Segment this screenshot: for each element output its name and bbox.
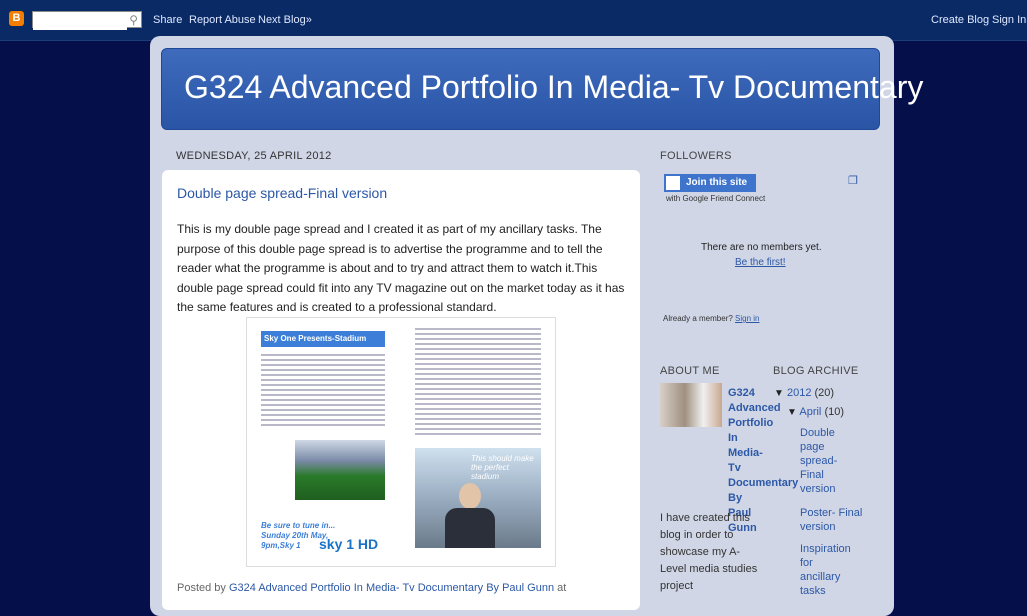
post-body: This is my double page spread and I crea…	[177, 222, 625, 314]
copy-icon[interactable]: ❐	[848, 174, 858, 187]
search-box[interactable]: ⚲	[32, 11, 142, 30]
blog-archive-title: BLOG ARCHIVE	[773, 365, 859, 377]
spread-quote: This should make the perfect stadium	[471, 454, 534, 481]
create-blog-link[interactable]: Create Blog	[931, 14, 989, 26]
person-body	[445, 508, 495, 548]
archive-year-count: (20)	[814, 387, 835, 399]
expand-triangle-icon[interactable]: ▼	[787, 407, 797, 418]
archive-month-label[interactable]: April	[799, 406, 821, 418]
sidebar-sign-in-link[interactable]: Sign in	[735, 314, 759, 323]
archive-month-april[interactable]: ▼ April (10)	[787, 405, 844, 420]
search-input[interactable]	[33, 14, 127, 30]
sky-logo: sky 1 HD	[319, 536, 379, 552]
stadium-photo	[295, 440, 385, 500]
expand-triangle-icon[interactable]: ▼	[774, 388, 784, 399]
posted-by-label: Posted by	[177, 582, 226, 594]
archive-year-2012[interactable]: ▼ 2012 (20)	[774, 386, 834, 401]
archive-month-count: (10)	[824, 406, 844, 418]
blog-title[interactable]: G324 Advanced Portfolio In Media- Tv Doc…	[184, 69, 923, 106]
archive-post-link[interactable]: Double page spread-Final version	[800, 426, 850, 496]
profile-name-first: G324	[728, 387, 755, 399]
double-page-spread-image[interactable]: Sky One Presents-Stadium Watch This shou…	[246, 317, 556, 567]
person-head	[459, 483, 481, 509]
join-site-button[interactable]: Join this site	[664, 174, 756, 192]
blogger-logo-icon[interactable]: B	[9, 11, 24, 26]
about-me-text: I have created this blog in order to sho…	[660, 512, 758, 592]
post-card: Double page spread-Final version This is…	[162, 170, 640, 610]
gfc-text: with Google Friend Connect	[666, 194, 766, 203]
archive-post-link[interactable]: Inspiration for ancillary tasks	[800, 542, 854, 598]
person-photo: This should make the perfect stadium	[415, 448, 541, 548]
share-link[interactable]: Share	[153, 14, 182, 26]
posted-at-label: at	[557, 582, 567, 594]
join-site-label: Join this site	[686, 177, 748, 188]
post-author-link[interactable]: G324 Advanced Portfolio In Media- Tv Doc…	[229, 582, 554, 594]
next-blog-link[interactable]: Next Blog»	[258, 14, 312, 26]
spread-heading: Sky One Presents-Stadium Watch	[261, 331, 385, 359]
already-member: Already a member? Sign in	[663, 314, 760, 323]
search-icon[interactable]: ⚲	[129, 13, 138, 27]
be-first-link[interactable]: Be the first!	[735, 257, 786, 268]
navbar: B ⚲ Share Report Abuse Next Blog» Create…	[0, 0, 1027, 41]
google-friend-connect-icon	[666, 176, 680, 190]
spread-text-left	[261, 354, 385, 429]
post-title[interactable]: Double page spread-Final version	[177, 185, 387, 201]
post-footer: Posted by G324 Advanced Portfolio In Med…	[177, 582, 566, 594]
about-me-title: ABOUT ME	[660, 365, 720, 377]
post-date: WEDNESDAY, 25 APRIL 2012	[176, 150, 332, 162]
sign-in-link[interactable]: Sign In	[992, 14, 1026, 26]
archive-post-link[interactable]: Poster- Final version	[800, 506, 864, 534]
spread-text-right	[415, 328, 541, 438]
already-member-label: Already a member?	[663, 314, 733, 323]
followers-title: FOLLOWERS	[660, 150, 732, 162]
no-members-text: There are no members yet.	[701, 242, 822, 253]
report-abuse-link[interactable]: Report Abuse	[189, 14, 256, 26]
blog-header: G324 Advanced Portfolio In Media- Tv Doc…	[161, 48, 923, 130]
archive-year-label[interactable]: 2012	[787, 387, 811, 399]
